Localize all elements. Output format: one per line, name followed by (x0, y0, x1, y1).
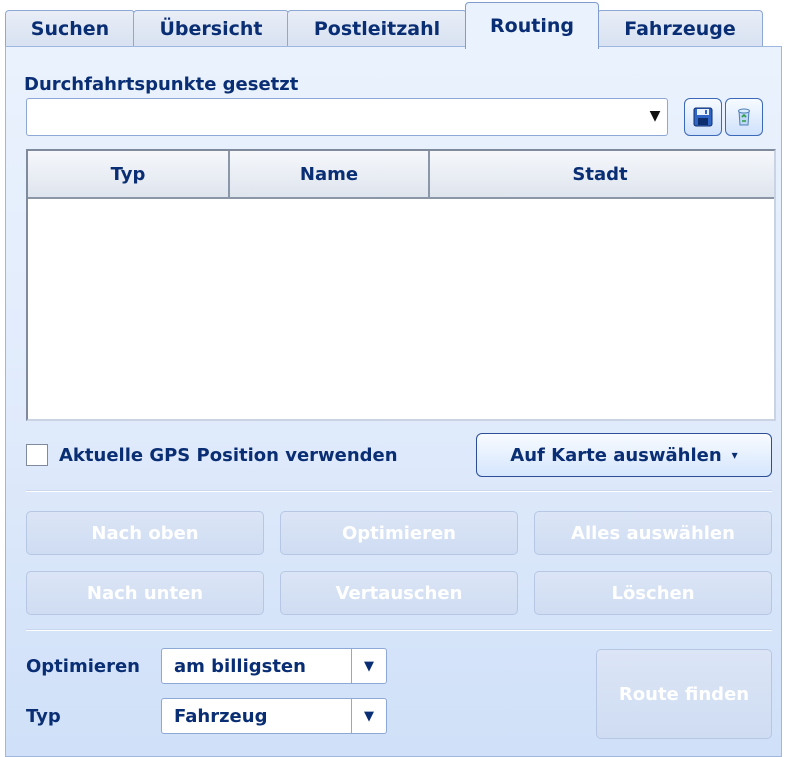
dropdown-caret-icon: ▾ (731, 448, 738, 462)
column-name[interactable]: Name (230, 151, 430, 197)
waypoints-table[interactable]: Typ Name Stadt (26, 149, 776, 421)
gps-checkbox-label: Aktuelle GPS Position verwenden (59, 444, 398, 466)
divider (26, 490, 772, 492)
choose-on-map-label: Auf Karte auswählen (510, 444, 722, 466)
type-select[interactable]: Fahrzeug ▼ (161, 698, 387, 734)
type-label: Typ (26, 706, 61, 727)
optimize-select[interactable]: am billigsten ▼ (161, 648, 387, 684)
tab-routing[interactable]: Routing (465, 2, 599, 49)
select-all-button[interactable]: Alles auswählen (534, 511, 772, 555)
section-title: Durchfahrtspunkte gesetzt (24, 74, 299, 95)
tab-uebersicht[interactable]: Übersicht (133, 10, 289, 47)
find-route-button[interactable]: Route finden (596, 649, 772, 739)
column-stadt[interactable]: Stadt (430, 151, 770, 197)
delete-waypoint-button[interactable]: Löschen (534, 571, 772, 615)
optimize-select-value: am billigsten (174, 655, 306, 677)
waypoint-set-combo[interactable]: ▼ (26, 98, 668, 136)
move-up-button[interactable]: Nach oben (26, 511, 264, 555)
tab-suchen[interactable]: Suchen (5, 10, 135, 47)
choose-on-map-button[interactable]: Auf Karte auswählen ▾ (476, 433, 772, 477)
delete-button[interactable] (725, 98, 763, 136)
table-header: Typ Name Stadt (28, 151, 774, 199)
move-down-button[interactable]: Nach unten (26, 571, 264, 615)
column-typ[interactable]: Typ (28, 151, 230, 197)
tab-fahrzeuge[interactable]: Fahrzeuge (597, 10, 763, 47)
save-icon (693, 107, 713, 127)
swap-button[interactable]: Vertauschen (280, 571, 518, 615)
tab-postleitzahl[interactable]: Postleitzahl (287, 10, 467, 47)
optimize-button[interactable]: Optimieren (280, 511, 518, 555)
recycle-bin-icon (738, 108, 750, 126)
gps-option[interactable]: Aktuelle GPS Position verwenden (26, 444, 398, 466)
divider (26, 629, 772, 631)
chevron-down-icon[interactable]: ▼ (351, 649, 386, 683)
gps-checkbox[interactable] (26, 444, 48, 466)
optimize-label: Optimieren (26, 656, 140, 677)
dropdown-arrow-icon[interactable]: ▼ (644, 100, 666, 132)
chevron-down-icon[interactable]: ▼ (351, 699, 386, 733)
save-button[interactable] (684, 98, 722, 136)
type-select-value: Fahrzeug (174, 705, 268, 727)
tab-bar: Suchen Übersicht Postleitzahl Routing Fa… (0, 0, 785, 49)
